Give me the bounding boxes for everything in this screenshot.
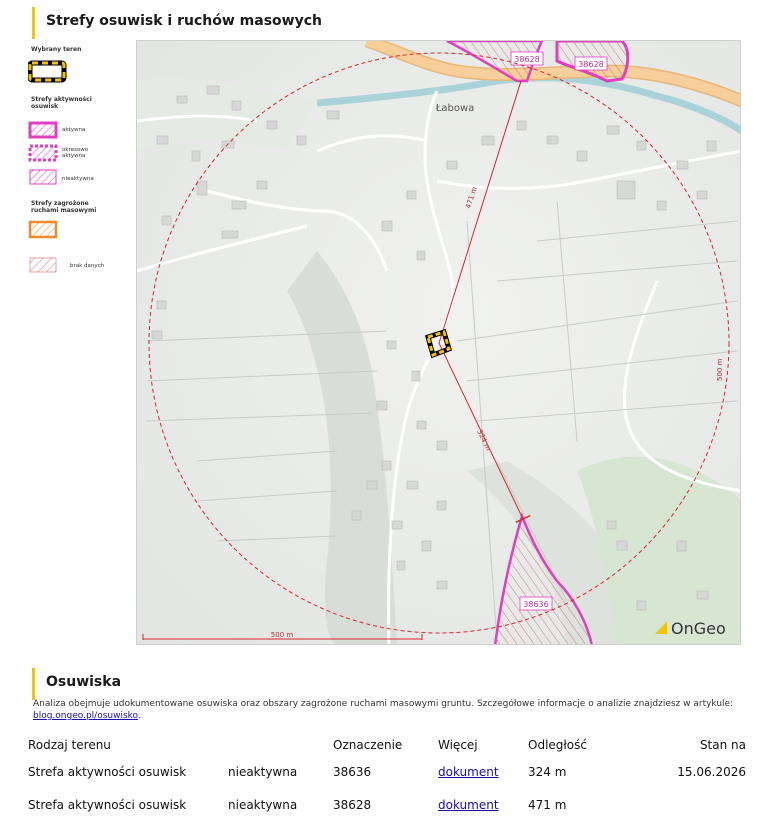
place-label: Łabowa	[435, 103, 475, 114]
map-section-title: Strefy osuwisk i ruchów masowych	[32, 7, 322, 39]
document-link[interactable]: dokument	[438, 798, 499, 812]
table-header-row: Rodzaj terenu Oznaczenie Więcej Odległoś…	[28, 735, 746, 755]
description-text: Analiza obejmuje udokumentowane osuwiska…	[33, 699, 734, 709]
row-distance: 324 m	[528, 764, 567, 779]
legend-no-data-label: brak danych	[70, 263, 105, 269]
header-id: Oznaczenie	[333, 738, 403, 752]
map-canvas: 38628 38628 38636 Łabowa 500 m 471 m 324…	[137, 41, 740, 644]
document-link[interactable]: dokument	[438, 765, 499, 779]
legend-periodic-label: okresowo aktywna	[62, 147, 89, 159]
zone-label-38636: 38636	[523, 600, 548, 609]
description-tail: .	[137, 711, 141, 721]
legend-selected-title: Wybrany teren	[31, 46, 82, 53]
landslides-section-title: Osuwiska	[32, 668, 121, 700]
legend-periodic-swatch	[28, 144, 58, 162]
row-id: 38628	[333, 797, 372, 812]
legend-threat-title: Strefy zagrożone ruchami masowymi	[31, 200, 97, 214]
legend-active-swatch	[28, 121, 58, 139]
header-more: Więcej	[438, 738, 478, 752]
legend-selected-swatch	[28, 60, 67, 83]
row-id: 38636	[333, 764, 372, 779]
row-status: nieaktywna	[228, 764, 298, 779]
article-link[interactable]: blog.ongeo.pl/osuwisko	[33, 711, 138, 721]
header-type: Rodzaj terenu	[28, 738, 111, 752]
row-date: 15.06.2026	[677, 764, 746, 779]
scale-label: 500 m	[271, 631, 294, 639]
landslide-map[interactable]: 38628 38628 38636 Łabowa 500 m 471 m 324…	[136, 40, 741, 645]
header-status	[228, 735, 333, 755]
header-distance: Odległość	[528, 738, 587, 752]
row-date	[638, 788, 746, 821]
legend-active-label: aktywna	[62, 127, 86, 133]
row-type: Strefa aktywności osuwisk	[28, 797, 187, 812]
legend-inactive-label: nieaktywna	[62, 176, 94, 182]
legend-zones-title: Strefy aktywności osuwisk	[31, 96, 92, 110]
radius-label: 500 m	[716, 358, 724, 381]
row-distance: 471 m	[528, 797, 567, 812]
legend-inactive-swatch	[29, 169, 57, 185]
ongeo-brand: OnGeo	[671, 619, 726, 638]
row-status: nieaktywna	[228, 797, 298, 812]
results-table: Rodzaj terenu Oznaczenie Więcej Odległoś…	[28, 735, 746, 821]
legend-threat-swatch	[28, 220, 58, 239]
header-date: Stan na	[699, 738, 746, 752]
analysis-description: Analiza obejmuje udokumentowane osuwiska…	[33, 698, 745, 722]
table-row: Strefa aktywności osuwisk nieaktywna 386…	[28, 755, 746, 788]
table-row: Strefa aktywności osuwisk nieaktywna 386…	[28, 788, 746, 821]
zone-label-38628-east: 38628	[578, 60, 603, 69]
row-type: Strefa aktywności osuwisk	[28, 764, 187, 779]
zone-label-38628-west: 38628	[514, 55, 539, 64]
legend-no-data-swatch	[29, 257, 57, 273]
